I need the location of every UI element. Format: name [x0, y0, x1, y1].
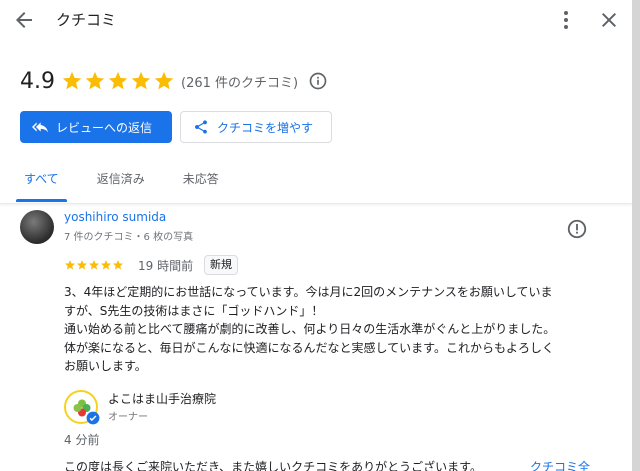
reply-all-icon	[32, 122, 48, 133]
page-title: クチコミ	[56, 11, 117, 29]
star-icon	[62, 71, 82, 90]
review-count: (261 件のクチコミ)	[181, 75, 299, 91]
owner-reply-time: 4 分前	[64, 433, 100, 447]
rating-value: 4.9	[20, 68, 55, 94]
verified-icon	[86, 411, 100, 425]
tab-all[interactable]: すべて	[16, 170, 67, 202]
owner-name: よこはま山手治療院	[108, 392, 217, 406]
star-icon	[89, 260, 99, 270]
star-icon	[131, 71, 151, 90]
reviewer-avatar[interactable]	[20, 210, 54, 244]
rating-stars	[61, 70, 175, 92]
star-icon	[85, 71, 105, 90]
tab-replied[interactable]: 返信済み	[93, 170, 149, 200]
review-stars	[64, 259, 124, 271]
star-icon	[113, 260, 123, 270]
owner-role: オーナー	[108, 412, 148, 423]
review-text: 3、4年ほど定期的にお世話になっています。今は月に2回のメンテナンスをお願いして…	[64, 285, 556, 373]
tabs-divider	[0, 203, 632, 204]
rating-summary: 4.9 (261 件のクチコミ)	[20, 66, 328, 96]
owner-logo	[64, 390, 100, 425]
review-time: 19 時間前	[138, 259, 194, 273]
panel-header: クチコミ	[0, 0, 632, 40]
back-arrow-icon[interactable]	[12, 8, 36, 32]
more-reviews-button-label: クチコミを増やす	[217, 120, 314, 135]
reviewer-name[interactable]: yoshihiro sumida	[64, 210, 166, 224]
reply-to-reviews-button[interactable]: レビューへの返信	[20, 111, 172, 143]
get-more-reviews-button[interactable]: クチコミを増やす	[180, 111, 332, 143]
report-icon[interactable]	[566, 218, 588, 240]
more-options-icon[interactable]	[554, 8, 578, 32]
star-icon	[65, 260, 75, 270]
read-more-link[interactable]: クチコミ全	[530, 458, 590, 471]
owner-reply-text: この度は長くご来院いただき、また嬉しいクチコミをありがとうございます。	[64, 460, 482, 471]
star-icon	[154, 71, 174, 90]
star-icon	[77, 260, 87, 270]
new-badge: 新規	[204, 255, 238, 275]
reply-button-label: レビューへの返信	[56, 120, 153, 135]
star-icon	[101, 260, 111, 270]
tab-unanswered[interactable]: 未応答	[179, 170, 223, 200]
reviews-panel: クチコミ 4.9 (261 件のクチコミ) レビューへの返信 クチコミを増やす …	[0, 0, 640, 471]
background-strip	[632, 0, 640, 471]
star-icon	[108, 71, 128, 90]
review-filter-tabs: すべて 返信済み 未応答	[16, 170, 253, 202]
reviewer-meta: 7 件のクチコミ・6 枚の写真	[64, 232, 194, 243]
close-icon[interactable]	[597, 8, 621, 32]
share-icon	[195, 120, 207, 134]
info-icon[interactable]	[308, 71, 328, 91]
